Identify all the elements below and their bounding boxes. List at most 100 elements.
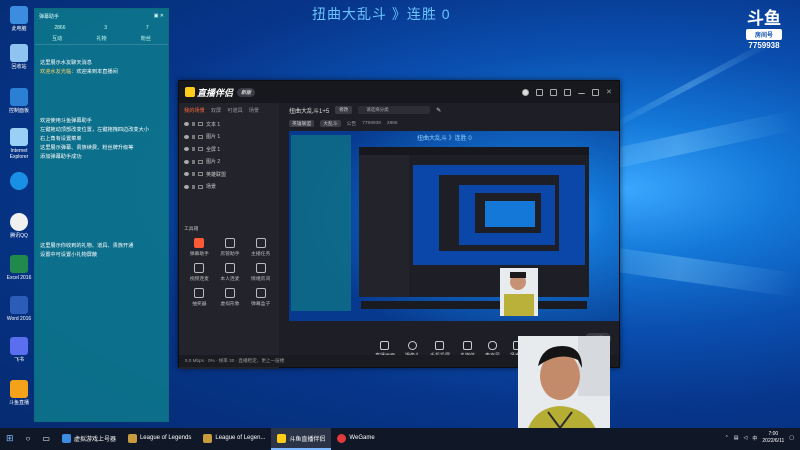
stream-title: 扭曲大乱斗 》连胜 0 — [312, 6, 451, 22]
tool-room-mgr[interactable]: 房管助手 — [215, 238, 246, 257]
tab-dual[interactable]: 双屏 — [211, 107, 221, 114]
window-controls[interactable]: ▣ ✕ — [154, 13, 164, 19]
lock-icon — [192, 122, 195, 127]
lol-icon — [203, 433, 213, 443]
version-badge[interactable]: 新版 — [237, 87, 256, 97]
box-icon — [255, 288, 266, 298]
preview-area: 扭曲大乱斗1+5 修改 请选择分类 ✎ 英雄联盟 大乱斗 公告 7759938 … — [279, 103, 621, 369]
edit-title-button[interactable]: 修改 — [335, 106, 353, 114]
category-tag[interactable]: 英雄联盟 — [289, 119, 315, 127]
scene-source-row[interactable]: 全屏 1 — [179, 143, 279, 156]
app-logo-icon — [185, 87, 195, 97]
eye-icon — [184, 122, 189, 127]
tool-lottery[interactable]: 抽奖器 — [184, 288, 215, 307]
scene-source-row[interactable]: 图片 2 — [179, 156, 279, 169]
scene-tabs[interactable]: 我的场景 双屏 可道具 场景 — [179, 103, 279, 118]
desktop-icon-excel[interactable]: Excel 2016 — [4, 255, 34, 281]
tab-my-scenes[interactable]: 我的场景 — [184, 107, 205, 114]
tool-danmu[interactable]: 弹幕助手 — [184, 238, 215, 257]
system-tray[interactable]: ⌃ ▤ ◁ 中 7:00 2022/6/11 ▢ — [725, 431, 794, 445]
skin-icon[interactable] — [550, 88, 557, 96]
stream-sub-info: 英雄联盟 大乱斗 公告 7759938 2866 — [279, 117, 621, 129]
video-link-icon — [194, 263, 205, 273]
network-icon: ▤ — [733, 435, 739, 441]
desktop-icon-feishu[interactable]: 飞书 — [4, 337, 34, 363]
chat-stat: 7 — [145, 25, 149, 31]
taskbar: ⊞ ○ ▭ 虚拟游戏上号器 League of Legends League o… — [0, 428, 800, 450]
app-icon — [61, 433, 71, 443]
chat-tab[interactable]: 礼物 — [96, 35, 106, 42]
wegame-icon — [337, 433, 347, 443]
chat-tab[interactable]: 粉丝 — [141, 35, 151, 42]
desktop-icon-douyu[interactable]: 斗鱼直播 — [4, 380, 34, 406]
taskbar-item[interactable]: 虚拟游戏上号器 — [56, 428, 122, 450]
settings-icon[interactable] — [564, 88, 571, 96]
subcategory-tag[interactable]: 大乱斗 — [320, 119, 341, 127]
toolbox-title: 工具箱 — [184, 227, 199, 232]
chat-message: 这里展示弹幕、贵族续费、粉丝牌升级等 — [40, 145, 134, 151]
start-button[interactable]: ⊞ — [0, 428, 20, 450]
lock-icon — [192, 159, 195, 164]
stream-title-field[interactable]: 扭曲大乱斗1+5 — [289, 106, 329, 115]
tab-scenes[interactable]: 场景 — [249, 107, 259, 114]
lock-icon — [192, 134, 195, 139]
avatar-icon[interactable] — [522, 88, 529, 96]
taskbar-item[interactable]: League of Legends — [122, 428, 197, 450]
chat-message: 添加弹幕助手成功 — [40, 154, 82, 160]
viewer-count: 2866 — [386, 120, 398, 126]
close-icon[interactable]: ✕ — [606, 89, 613, 96]
taskview-button[interactable]: ▭ — [36, 428, 56, 450]
desktop-icon-word[interactable]: Word 2016 — [4, 296, 34, 322]
tool-mood[interactable]: 情绪房间 — [245, 263, 276, 282]
room-notice: 公告 — [346, 121, 357, 127]
chat-header[interactable]: 弹幕助手 ▣ ✕ — [35, 9, 168, 23]
clock[interactable]: 7:00 2022/6/11 — [762, 431, 784, 445]
app-titlebar[interactable]: 直播伴侣 新版 ✕ — [179, 81, 619, 103]
minimize-icon[interactable] — [578, 90, 585, 94]
monitor-icon — [380, 341, 390, 350]
tool-danmu-box[interactable]: 弹幕盒子 — [245, 288, 276, 307]
windows-icon: ⊞ — [6, 432, 14, 443]
taskbar-item[interactable]: League of Legen... — [197, 428, 271, 450]
desktop-icon-this-pc[interactable]: 此电脑 — [4, 6, 34, 32]
chat-stat: 3 — [104, 25, 108, 31]
chat-tab[interactable]: 互动 — [52, 35, 62, 42]
desktop-icon-ie2[interactable] — [4, 172, 34, 192]
scene-source-row[interactable]: 场景 — [179, 181, 279, 194]
avatar-icon — [224, 288, 235, 298]
tool-video-link[interactable]: 视频连麦 — [184, 263, 215, 282]
desktop-icon-qq[interactable]: 腾讯QQ — [4, 213, 34, 239]
tab-props[interactable]: 可道具 — [227, 107, 243, 114]
streamer-app-window[interactable]: 直播伴侣 新版 ✕ 我的场景 双屏 可道具 场景 文本 1 图片 1 全屏 1 … — [178, 80, 621, 369]
notification-icon: ▢ — [789, 435, 794, 441]
scene-source-row[interactable]: 文本 1 — [179, 118, 279, 131]
danmu-icon — [194, 238, 205, 248]
tray-chevron-icon: ⌃ — [724, 435, 729, 441]
scene-source-row[interactable]: 图片 1 — [179, 131, 279, 144]
desktop-icon-recycle[interactable]: 回收站 — [4, 44, 34, 70]
desktop-icon-ie[interactable]: Internet Explorer — [4, 128, 34, 160]
chat-message: 欢迎使用斗鱼弹幕助手 — [40, 118, 92, 124]
search-taskbar-button[interactable]: ○ — [20, 428, 37, 450]
menu-icon[interactable] — [536, 88, 543, 96]
edit-icon[interactable]: ✎ — [436, 107, 441, 114]
tool-avatar[interactable]: 虚拟形象 — [215, 288, 246, 307]
douyu-logo-text: 斗鱼 — [747, 9, 781, 28]
chat-message: 这里展示水友聊天消息 — [40, 60, 92, 66]
maximize-icon[interactable] — [592, 88, 599, 96]
preview-recursion — [289, 131, 619, 321]
chat-tabs[interactable]: 互动 礼物 粉丝 — [35, 33, 168, 45]
chat-panel[interactable]: 弹幕助手 ▣ ✕ 2866 3 7 互动 礼物 粉丝 这里展示水友聊天消息 欢迎… — [34, 8, 169, 422]
taskbar-item[interactable]: WeGame — [331, 428, 380, 450]
camera-icon — [407, 341, 417, 350]
desktop-icon-control[interactable]: 控制面板 — [4, 88, 34, 114]
tool-task[interactable]: 主播任务 — [245, 238, 276, 257]
chat-message: 右上角有设置菜单 — [40, 136, 82, 142]
scene-source-row[interactable]: 英雄联盟 — [179, 168, 279, 181]
source-icon — [198, 134, 203, 139]
titlebar-icons[interactable]: ✕ — [522, 88, 613, 96]
taskbar-item-active[interactable]: 斗鱼直播伴侣 — [271, 428, 332, 450]
chat-message: 这里展示你收到的礼物、道具、贵族开通 — [40, 243, 134, 249]
tool-self-link[interactable]: 本人连麦 — [215, 263, 246, 282]
category-select[interactable]: 请选择分类 — [358, 106, 431, 114]
